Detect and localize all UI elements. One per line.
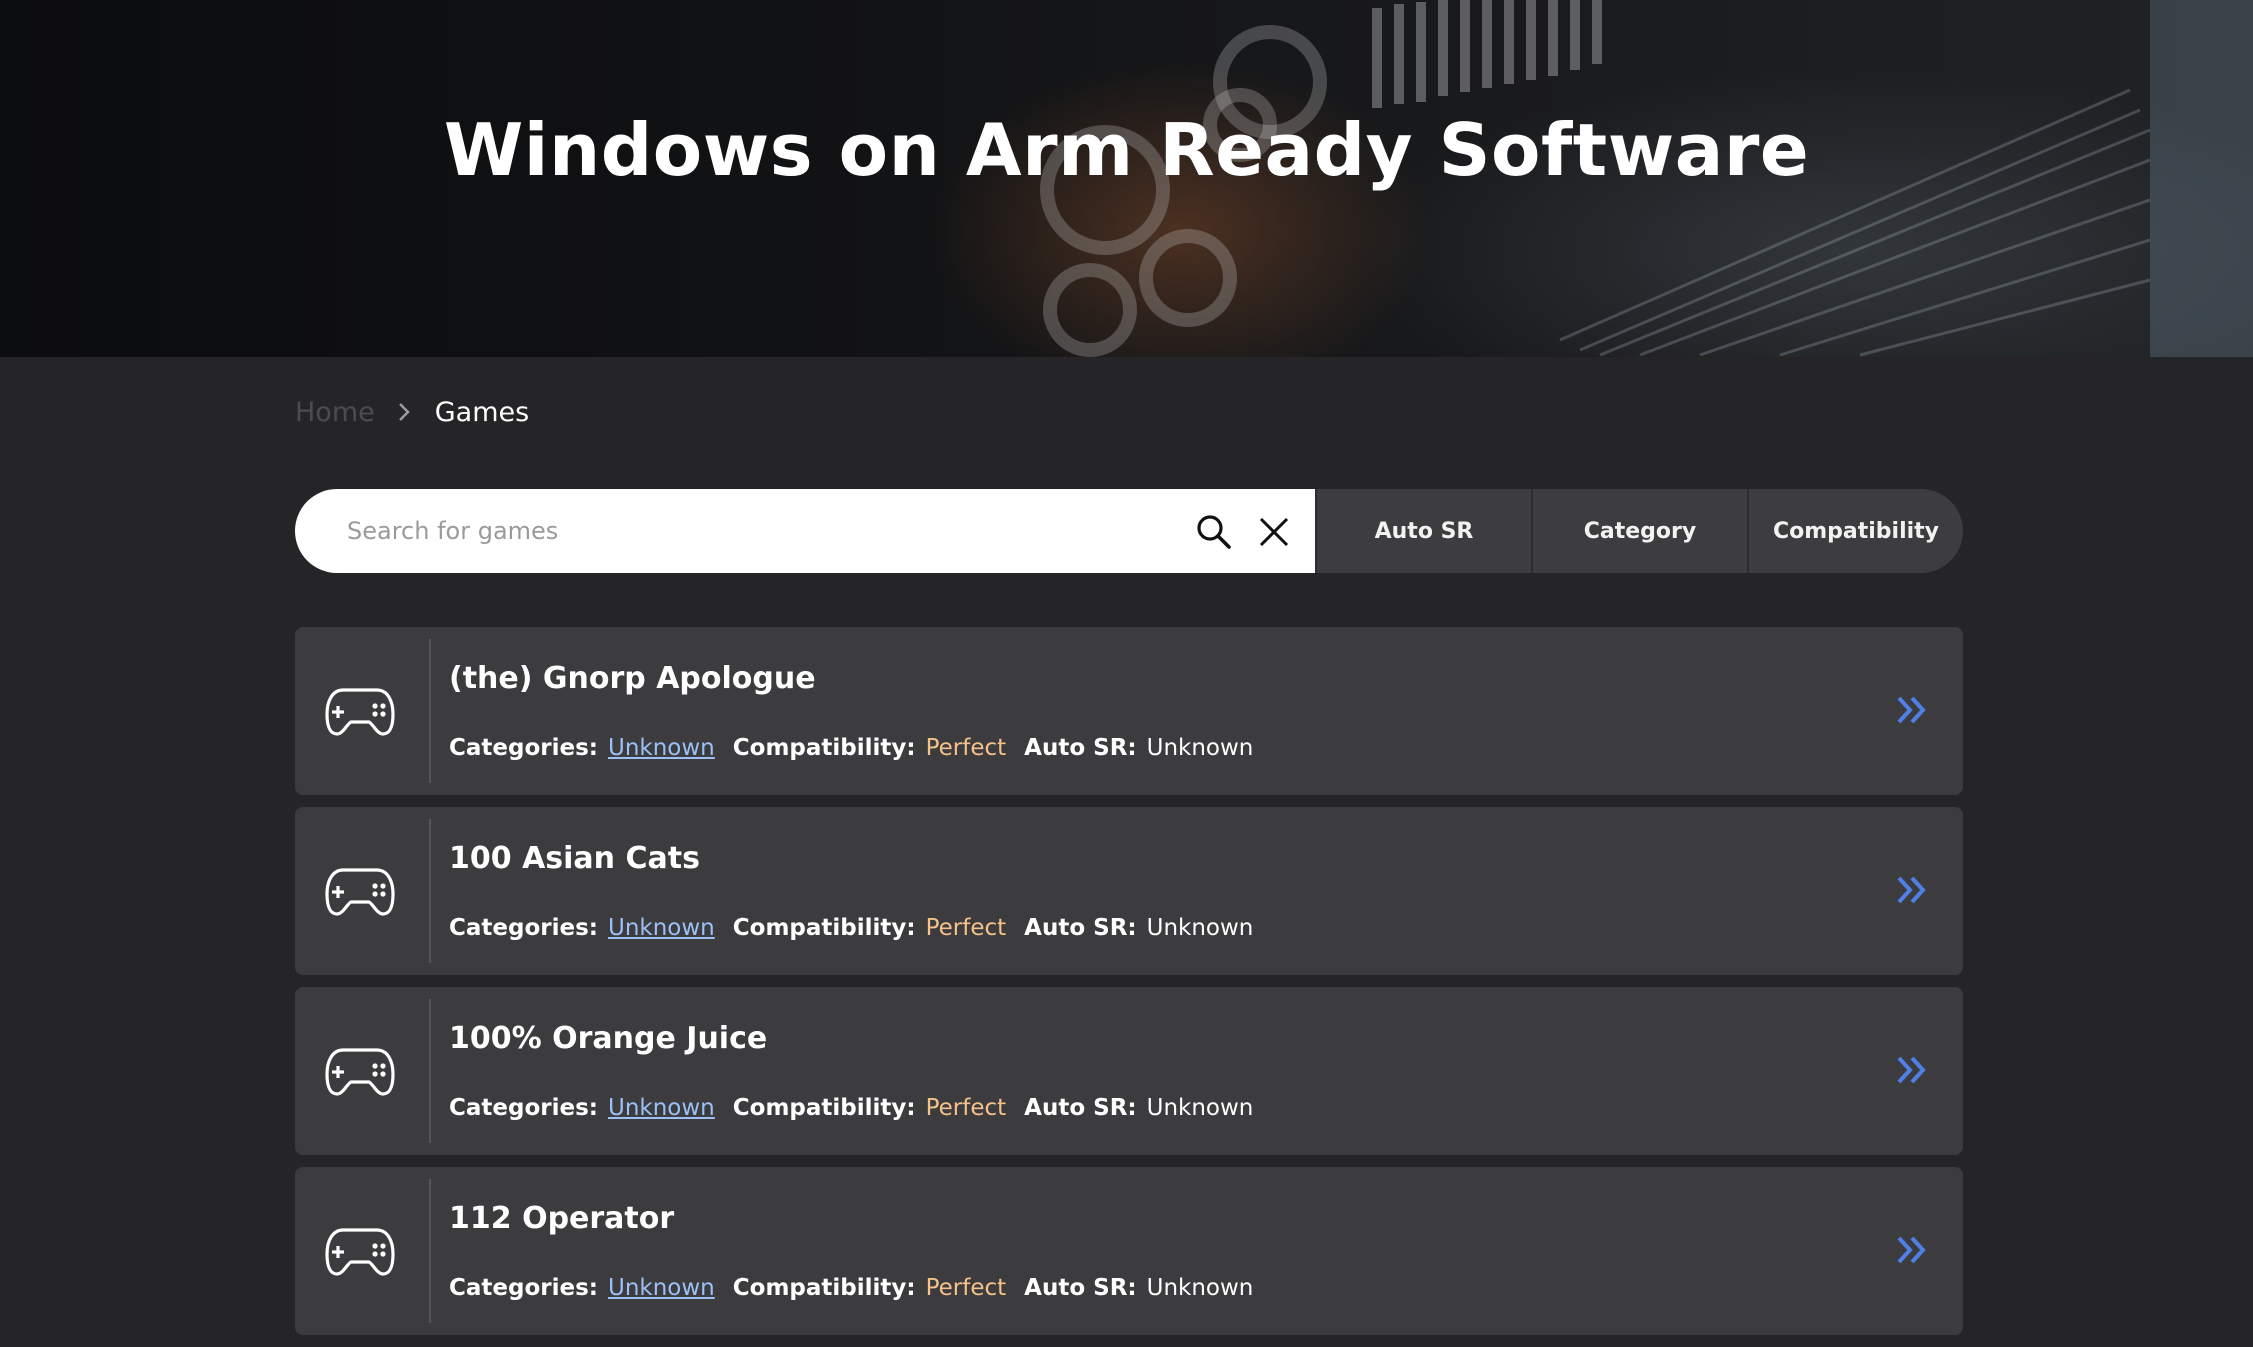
filter-category-button[interactable]: Category: [1531, 489, 1747, 573]
category-link[interactable]: Unknown: [608, 1275, 715, 1301]
breadcrumb-current: Games: [434, 396, 530, 428]
compatibility-label: Compatibility:: [732, 735, 916, 761]
compatibility-value: Perfect: [925, 735, 1007, 761]
card-divider: [429, 819, 431, 963]
compatibility-value: Perfect: [925, 1095, 1007, 1121]
compatibility-label: Compatibility:: [732, 1275, 916, 1301]
double-chevron-right-icon[interactable]: [1895, 1233, 1929, 1267]
auto-sr-label: Auto SR:: [1024, 735, 1137, 761]
compatibility-value: Perfect: [925, 1275, 1007, 1301]
gamepad-icon: [325, 688, 395, 736]
game-title[interactable]: 112 Operator: [449, 1201, 674, 1236]
auto-sr-value: Unknown: [1146, 735, 1254, 761]
categories-label: Categories:: [449, 915, 598, 941]
list-item[interactable]: 100 Asian Cats Categories: Unknown Compa…: [295, 807, 1963, 975]
game-title[interactable]: 100% Orange Juice: [449, 1021, 767, 1056]
gamepad-icon: [325, 1228, 395, 1276]
list-item[interactable]: 100% Orange Juice Categories: Unknown Co…: [295, 987, 1963, 1155]
compatibility-label: Compatibility:: [732, 915, 916, 941]
auto-sr-value: Unknown: [1146, 1095, 1254, 1121]
list-item[interactable]: 112 Operator Categories: Unknown Compati…: [295, 1167, 1963, 1335]
game-title[interactable]: 100 Asian Cats: [449, 841, 700, 876]
auto-sr-value: Unknown: [1146, 915, 1254, 941]
filter-compatibility-button[interactable]: Compatibility: [1747, 489, 1963, 573]
game-meta: Categories: Unknown Compatibility: Perfe…: [449, 735, 1253, 761]
category-link[interactable]: Unknown: [608, 1095, 715, 1121]
categories-label: Categories:: [449, 1275, 598, 1301]
categories-label: Categories:: [449, 735, 598, 761]
game-meta: Categories: Unknown Compatibility: Perfe…: [449, 1275, 1253, 1301]
categories-label: Categories:: [449, 1095, 598, 1121]
breadcrumb-home-link[interactable]: Home: [295, 397, 375, 428]
compatibility-value: Perfect: [925, 915, 1007, 941]
search-field: [295, 489, 1315, 573]
card-divider: [429, 1179, 431, 1323]
auto-sr-label: Auto SR:: [1024, 1275, 1137, 1301]
chevron-right-icon: [397, 401, 411, 423]
search-input[interactable]: [347, 517, 1147, 545]
compatibility-label: Compatibility:: [732, 1095, 916, 1121]
card-divider: [429, 999, 431, 1143]
card-divider: [429, 639, 431, 783]
game-meta: Categories: Unknown Compatibility: Perfe…: [449, 915, 1253, 941]
breadcrumb: Home Games: [295, 392, 529, 432]
game-meta: Categories: Unknown Compatibility: Perfe…: [449, 1095, 1253, 1121]
search-icon[interactable]: [1195, 513, 1233, 551]
search-filter-bar: Auto SR Category Compatibility: [295, 489, 1963, 573]
game-title[interactable]: (the) Gnorp Apologue: [449, 661, 816, 696]
double-chevron-right-icon[interactable]: [1895, 693, 1929, 727]
page-title: Windows on Arm Ready Software: [443, 108, 1810, 192]
hero-banner: Windows on Arm Ready Software: [0, 0, 2253, 357]
close-icon[interactable]: [1257, 515, 1291, 549]
list-item[interactable]: (the) Gnorp Apologue Categories: Unknown…: [295, 627, 1963, 795]
double-chevron-right-icon[interactable]: [1895, 1053, 1929, 1087]
filter-auto-sr-button[interactable]: Auto SR: [1315, 489, 1531, 573]
auto-sr-label: Auto SR:: [1024, 915, 1137, 941]
games-list: (the) Gnorp Apologue Categories: Unknown…: [295, 627, 1963, 1347]
double-chevron-right-icon[interactable]: [1895, 873, 1929, 907]
category-link[interactable]: Unknown: [608, 915, 715, 941]
category-link[interactable]: Unknown: [608, 735, 715, 761]
auto-sr-value: Unknown: [1146, 1275, 1254, 1301]
auto-sr-label: Auto SR:: [1024, 1095, 1137, 1121]
gamepad-icon: [325, 868, 395, 916]
gamepad-icon: [325, 1048, 395, 1096]
